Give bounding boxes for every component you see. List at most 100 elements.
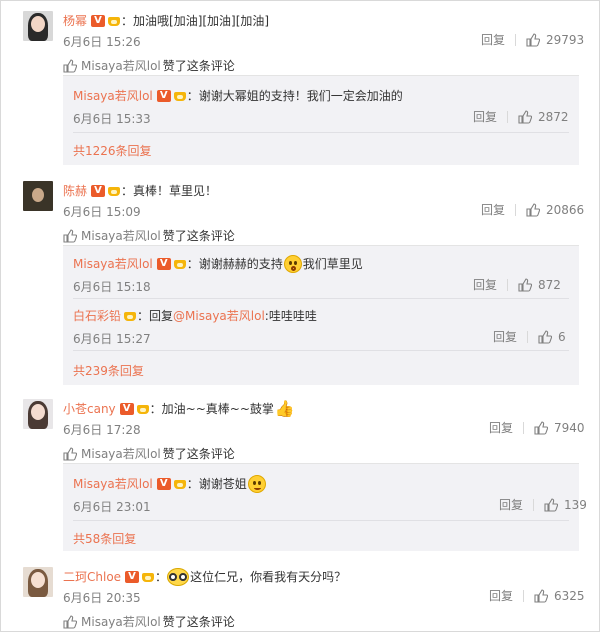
- more-replies-link[interactable]: 共58条回复: [73, 530, 136, 547]
- reply-header: Misaya若风lol V ：谢谢苍姐: [73, 475, 267, 493]
- comment-text: ：加油哦[加油][加油][加油]: [121, 14, 270, 28]
- reply-button[interactable]: 回复: [473, 110, 497, 124]
- liked-by-row: Misaya若风lol 赞了这条评论: [63, 57, 235, 74]
- reply-text: 我们草里见: [302, 257, 363, 271]
- vip-crown-icon: [107, 15, 121, 27]
- thumbs-up-icon[interactable]: [518, 278, 533, 292]
- username-link[interactable]: 二珂Chloe: [63, 569, 121, 585]
- liked-by-user[interactable]: Misaya若风lol: [81, 227, 161, 244]
- liked-by-user[interactable]: Misaya若风lol: [81, 613, 161, 630]
- thumbs-up-icon[interactable]: [538, 330, 553, 344]
- reply-button[interactable]: 回复: [499, 498, 523, 512]
- comment-text: ：真棒！草里见！: [121, 184, 218, 198]
- avatar[interactable]: [23, 567, 53, 597]
- like-count: 2872: [538, 110, 569, 124]
- reply-button[interactable]: 回复: [489, 589, 513, 603]
- like-count: 6325: [554, 589, 585, 603]
- reply-button[interactable]: 回复: [481, 203, 505, 217]
- timestamp: 6月6日 23:01: [73, 500, 151, 514]
- divider: [527, 331, 529, 343]
- timestamp: 6月6日 15:09: [63, 205, 141, 219]
- username-link[interactable]: 杨幂: [63, 13, 87, 29]
- vip-crown-icon: [107, 185, 121, 197]
- thumbs-up-icon: [63, 58, 77, 73]
- liked-by-text: 赞了这条评论: [162, 229, 235, 243]
- reply-header: 白石彩铅 ：回复 @Misaya若风lol :哇哇哇哇: [73, 308, 317, 324]
- reply-box: Misaya若风lol V ：谢谢赫赫的支持 我们草里见 6月6日 15:18 …: [63, 245, 579, 385]
- divider: [515, 204, 517, 216]
- reply-actions: 回复 139: [499, 498, 587, 512]
- timestamp: 6月6日 17:28: [63, 423, 141, 437]
- avatar[interactable]: [23, 11, 53, 41]
- vip-crown-icon: [173, 478, 187, 490]
- username-link[interactable]: Misaya若风lol: [73, 88, 153, 104]
- timestamp: 6月6日 15:27: [73, 332, 151, 346]
- avatar[interactable]: [23, 181, 53, 211]
- divider: [73, 350, 569, 351]
- thumbs-up-icon: [63, 446, 77, 461]
- reply-text: ：谢谢苍姐: [186, 477, 247, 491]
- reply-actions: 回复 872: [473, 278, 561, 292]
- divider: [533, 499, 535, 511]
- reply-actions: 回复 2872: [473, 110, 569, 124]
- more-replies-link[interactable]: 共239条回复: [73, 362, 144, 379]
- reply-text: ：回复: [137, 309, 174, 323]
- divider: [73, 520, 569, 521]
- v-badge-icon: V: [91, 185, 106, 197]
- glasses-emoji-icon: [167, 568, 190, 586]
- divider: [523, 422, 525, 434]
- thumbs-up-icon[interactable]: [518, 110, 533, 124]
- v-badge-icon: V: [125, 571, 140, 583]
- thumbs-up-icon[interactable]: [544, 498, 559, 512]
- username-link[interactable]: 小苍cany: [63, 401, 116, 417]
- comment-text: ：加油~~真棒~~鼓掌: [149, 402, 274, 416]
- thumbs-up-icon: [63, 228, 77, 243]
- divider: [507, 111, 509, 123]
- comment-list: 杨幂 V ：加油哦[加油][加油][加油] 6月6日 15:26 回复 2979…: [0, 0, 600, 632]
- liked-by-user[interactable]: Misaya若风lol: [81, 57, 161, 74]
- vip-crown-icon: [123, 310, 137, 322]
- vip-crown-icon: [136, 403, 150, 415]
- liked-by-row: Misaya若风lol 赞了这条评论: [63, 227, 235, 244]
- comment-header: 杨幂 V ：加油哦[加油][加油][加油]: [63, 13, 269, 29]
- thumbs-up-icon[interactable]: [534, 589, 549, 603]
- like-count: 139: [564, 498, 587, 512]
- thumbs-up-icon[interactable]: [534, 421, 549, 435]
- timestamp: 6月6日 15:26: [63, 35, 141, 49]
- reply-header: Misaya若风lol V ：谢谢大幂姐的支持！我们一定会加油的: [73, 88, 403, 104]
- username-link[interactable]: 陈赫: [63, 183, 87, 199]
- reply-text: :哇哇哇哇: [264, 309, 317, 323]
- avatar[interactable]: [23, 399, 53, 429]
- reply-header: Misaya若风lol V ：谢谢赫赫的支持 我们草里见: [73, 255, 363, 273]
- mention-link[interactable]: @Misaya若风lol: [173, 308, 265, 324]
- reply-button[interactable]: 回复: [481, 33, 505, 47]
- username-link[interactable]: 白石彩铅: [73, 308, 121, 324]
- username-link[interactable]: Misaya若风lol: [73, 476, 153, 492]
- thumbs-up-icon[interactable]: [526, 203, 541, 217]
- thumbs-up-icon[interactable]: [526, 33, 541, 47]
- thumbs-up-icon: [63, 614, 77, 629]
- reply-box: Misaya若风lol V ：谢谢大幂姐的支持！我们一定会加油的 6月6日 15…: [63, 75, 579, 165]
- like-count: 7940: [554, 421, 585, 435]
- reply-box: Misaya若风lol V ：谢谢苍姐 6月6日 23:01 回复 139 共5…: [63, 463, 587, 551]
- v-badge-icon: V: [119, 403, 134, 415]
- timestamp: 6月6日 20:35: [63, 591, 141, 605]
- comment-colon: ：: [155, 570, 168, 584]
- reply-button[interactable]: 回复: [489, 421, 513, 435]
- liked-by-user[interactable]: Misaya若风lol: [81, 445, 161, 462]
- like-count: 872: [538, 278, 561, 292]
- reply-button[interactable]: 回复: [493, 330, 517, 344]
- vip-crown-icon: [173, 90, 187, 102]
- reply-button[interactable]: 回复: [473, 278, 497, 292]
- vip-crown-icon: [173, 258, 187, 270]
- liked-by-text: 赞了这条评论: [162, 59, 235, 73]
- v-badge-icon: V: [156, 478, 171, 490]
- comment-header: 陈赫 V ：真棒！草里见！: [63, 183, 217, 199]
- vip-crown-icon: [141, 571, 155, 583]
- divider: [73, 298, 569, 299]
- more-replies-link[interactable]: 共1226条回复: [73, 142, 152, 159]
- reply-text: ：谢谢赫赫的支持: [186, 257, 283, 271]
- smile-emoji-icon: [247, 475, 266, 493]
- like-count: 20866: [546, 203, 585, 217]
- username-link[interactable]: Misaya若风lol: [73, 256, 153, 272]
